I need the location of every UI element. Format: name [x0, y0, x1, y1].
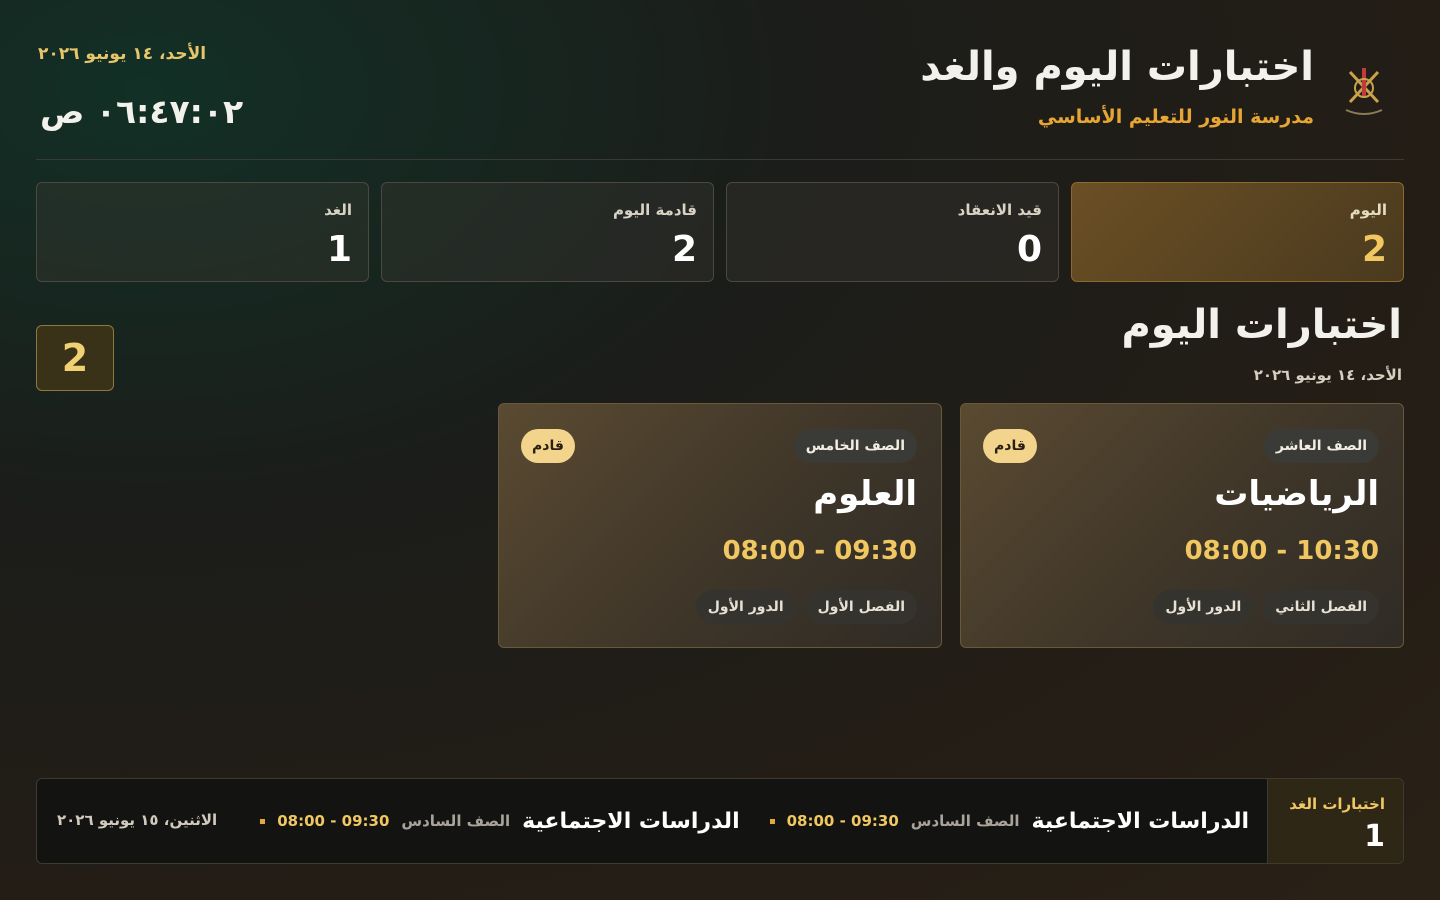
stat-today[interactable]: اليوم 2	[1071, 182, 1404, 282]
exam-card[interactable]: الصف العاشر قادم الرياضيات 08:00 - 10:30…	[960, 403, 1404, 648]
semester-tag: الفصل الأول	[805, 590, 917, 624]
ticker-subject: الدراسات الاجتماعية	[522, 808, 740, 834]
status-badge: قادم	[983, 429, 1037, 463]
ticker-label: اختبارات الغد 1	[1267, 779, 1403, 863]
stat-value: 2	[1361, 229, 1387, 270]
today-section-title: اختبارات اليوم	[1121, 302, 1402, 348]
semester-tag: الفصل الثاني	[1263, 590, 1379, 624]
stat-value: 1	[326, 229, 352, 270]
ticker-count: 1	[1364, 819, 1385, 854]
tomorrow-ticker: اختبارات الغد 1 الدراسات الاجتماعية الصف…	[36, 778, 1404, 864]
grade-chip: الصف العاشر	[1263, 429, 1379, 463]
ticker-grade: الصف السادس	[910, 812, 1020, 830]
round-tag: الدور الأول	[695, 590, 796, 624]
ticker-title: اختبارات الغد	[1289, 795, 1385, 813]
ticker-date: الاثنين، ١٥ يونيو ٢٠٢٦	[57, 811, 218, 829]
exam-subject: الرياضيات	[1214, 474, 1379, 514]
page-title: اختبارات اليوم والغد	[920, 44, 1314, 90]
current-date: الأحد، ١٤ يونيو ٢٠٢٦	[38, 44, 207, 64]
oman-emblem-icon	[1336, 58, 1392, 124]
separator-dot	[769, 818, 775, 824]
ticker-time: 08:00 - 09:30	[786, 812, 899, 830]
page-header: اختبارات اليوم والغد مدرسة النور للتعليم…	[36, 36, 1404, 160]
separator-dot	[260, 818, 266, 824]
status-badge: قادم	[521, 429, 575, 463]
stat-label: قيد الانعقاد	[957, 201, 1042, 219]
stat-upcoming-today[interactable]: قادمة اليوم 2	[381, 182, 714, 282]
ticker-item: الدراسات الاجتماعية الصف السادس 08:00 - …	[769, 808, 1250, 834]
stat-value: 0	[1016, 229, 1042, 270]
exam-time: 08:00 - 10:30	[1184, 536, 1379, 566]
exam-tags: الفصل الأول الدور الأول	[695, 590, 917, 624]
ticker-item: الدراسات الاجتماعية الصف السادس 08:00 - …	[260, 808, 740, 834]
exam-tags: الفصل الثاني الدور الأول	[1153, 590, 1379, 624]
grade-chip: الصف الخامس	[793, 429, 917, 463]
today-count-badge: 2	[36, 325, 114, 391]
stat-label: اليوم	[1349, 201, 1387, 219]
stat-tomorrow[interactable]: الغد 1	[36, 182, 369, 282]
stat-value: 2	[671, 229, 697, 270]
ticker-subject: الدراسات الاجتماعية	[1031, 808, 1250, 834]
live-clock: ٠٦:٤٧:٠٢ ص	[40, 92, 244, 131]
stat-label: قادمة اليوم	[612, 201, 697, 219]
ticker-track: الدراسات الاجتماعية الصف السادس 08:00 - …	[230, 779, 1249, 863]
exam-subject: العلوم	[813, 474, 917, 514]
ticker-time: 08:00 - 09:30	[277, 812, 390, 830]
stat-label: الغد	[324, 201, 352, 219]
stat-in-progress[interactable]: قيد الانعقاد 0	[726, 182, 1059, 282]
round-tag: الدور الأول	[1153, 590, 1254, 624]
exam-time: 08:00 - 09:30	[722, 536, 917, 566]
ticker-grade: الصف السادس	[401, 812, 511, 830]
today-section-date: الأحد، ١٤ يونيو ٢٠٢٦	[1253, 366, 1402, 384]
school-name: مدرسة النور للتعليم الأساسي	[1037, 106, 1314, 128]
exam-card[interactable]: الصف الخامس قادم العلوم 08:00 - 09:30 ال…	[498, 403, 942, 648]
